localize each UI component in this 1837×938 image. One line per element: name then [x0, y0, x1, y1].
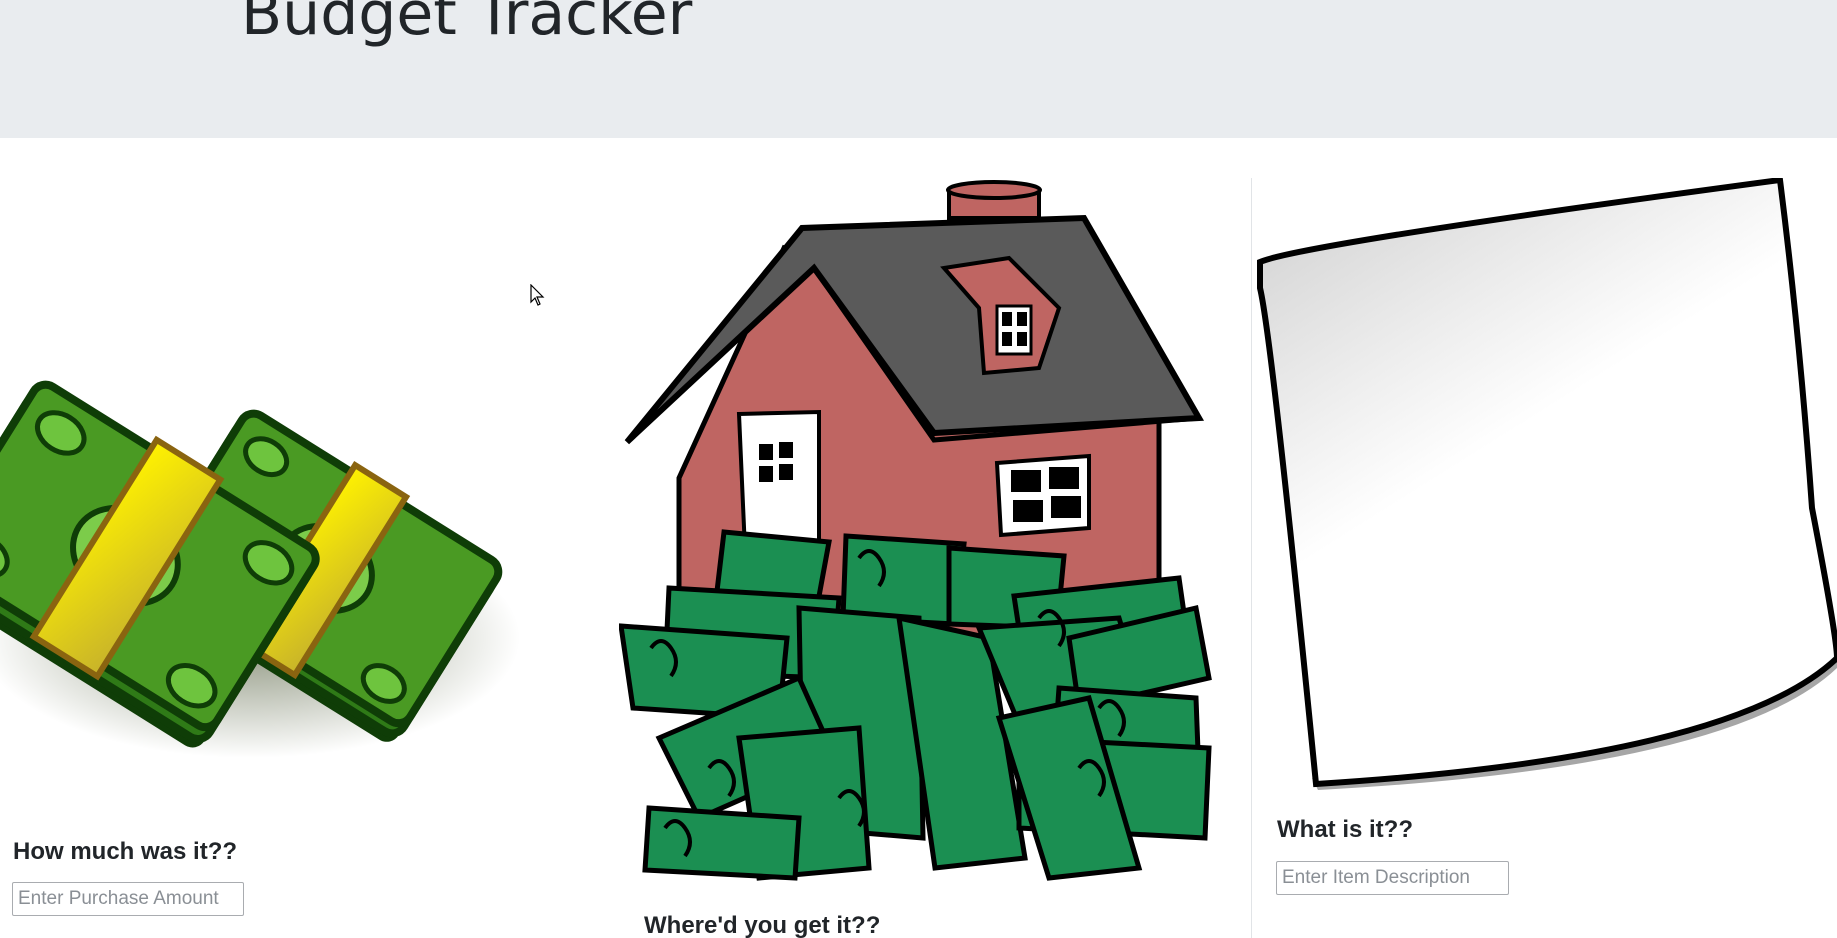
place-label: Where'd you get it?? [644, 912, 881, 938]
blank-note-image [1257, 178, 1837, 790]
cash-stack-image [0, 380, 520, 758]
item-description-input[interactable] [1276, 861, 1509, 895]
item-label: What is it?? [1277, 816, 1413, 843]
purchase-amount-input[interactable] [12, 882, 244, 916]
amount-card: How much was it?? [0, 178, 620, 938]
place-card: Where'd you get it?? [619, 178, 1252, 938]
app-title: Budget Tracker [241, 0, 693, 49]
item-card: What is it?? [1252, 178, 1837, 938]
header-banner: Budget Tracker [0, 0, 1837, 138]
house-on-money-image [619, 180, 1212, 881]
amount-label: How much was it?? [13, 838, 238, 865]
mouse-cursor-icon [530, 284, 545, 306]
